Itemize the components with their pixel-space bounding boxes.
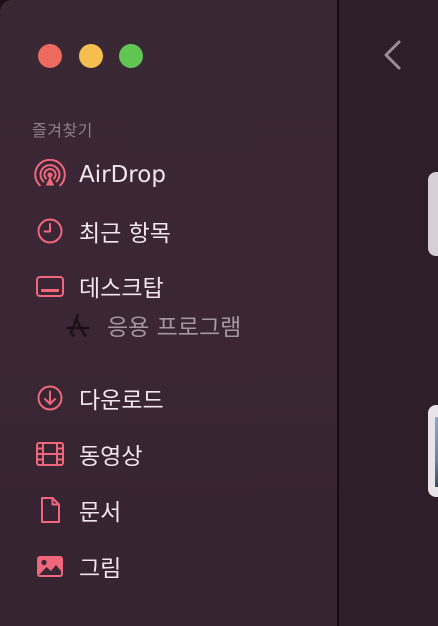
sidebar-item-downloads[interactable]: 다운로드 bbox=[0, 376, 337, 420]
maximize-button[interactable] bbox=[119, 44, 143, 68]
minimize-button[interactable] bbox=[79, 44, 103, 68]
finder-window: 즐겨찾기 AirDrop 최근 항목 데스크탑 응용 프로그램 다운로드 동영상… bbox=[0, 0, 438, 626]
sidebar-item-label: 응용 프로그램 bbox=[107, 315, 242, 341]
sidebar-item-pictures[interactable]: 그림 bbox=[0, 544, 337, 588]
clock-icon bbox=[34, 215, 66, 247]
sidebar-item-applications[interactable]: 응용 프로그램 bbox=[0, 303, 337, 347]
airdrop-icon bbox=[34, 159, 66, 191]
sidebar-item-label: 문서 bbox=[79, 500, 122, 526]
document-icon bbox=[34, 494, 66, 526]
sidebar-section-favorites: 즐겨찾기 bbox=[32, 121, 93, 140]
download-icon bbox=[34, 382, 66, 414]
app-store-icon bbox=[62, 309, 94, 341]
back-button[interactable] bbox=[381, 38, 405, 72]
sidebar-item-airdrop[interactable]: AirDrop bbox=[0, 153, 337, 197]
content-area bbox=[339, 0, 438, 626]
chevron-left-icon bbox=[384, 40, 401, 70]
close-button[interactable] bbox=[38, 44, 62, 68]
film-icon bbox=[34, 438, 66, 470]
file-thumbnail[interactable] bbox=[428, 172, 438, 256]
sidebar-item-label: 다운로드 bbox=[79, 388, 164, 414]
sidebar-item-movies[interactable]: 동영상 bbox=[0, 432, 337, 476]
sidebar-item-recents[interactable]: 최근 항목 bbox=[0, 209, 337, 253]
photo-icon bbox=[34, 550, 66, 582]
sidebar-item-label: 데스크탑 bbox=[79, 276, 164, 302]
sidebar-item-label: 최근 항목 bbox=[79, 221, 171, 247]
sidebar-item-documents[interactable]: 문서 bbox=[0, 488, 337, 532]
sidebar-item-label: 그림 bbox=[79, 556, 122, 582]
sidebar-item-label: 동영상 bbox=[79, 444, 143, 470]
sidebar: 즐겨찾기 AirDrop 최근 항목 데스크탑 응용 프로그램 다운로드 동영상… bbox=[0, 0, 337, 626]
sidebar-item-label: AirDrop bbox=[79, 162, 166, 188]
image-thumbnail[interactable] bbox=[428, 405, 438, 497]
sidebar-item-desktop[interactable]: 데스크탑 bbox=[0, 264, 337, 308]
desktop-icon bbox=[34, 270, 66, 302]
